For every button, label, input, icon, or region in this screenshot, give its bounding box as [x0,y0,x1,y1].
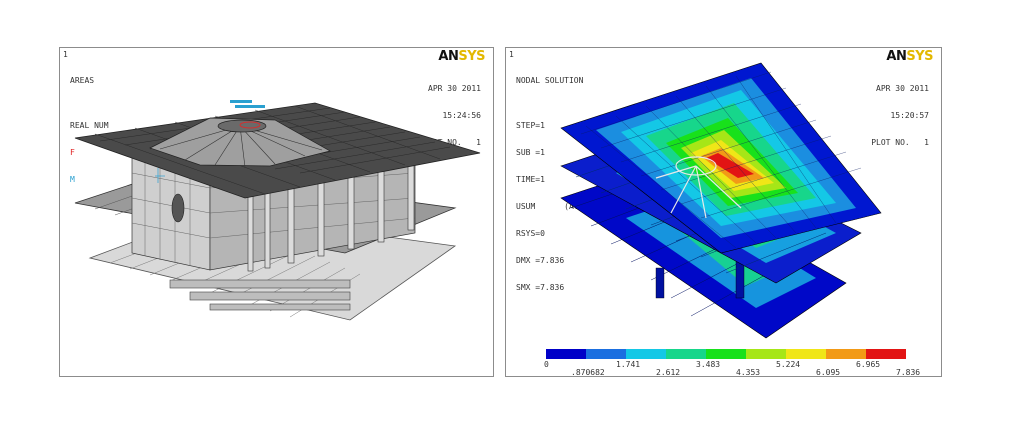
nodal-solution-window[interactable]: 1 ANSYS NODAL SOLUTION STEP=1 SUB =1 TIM… [505,47,942,377]
colorbar-segment [666,349,706,359]
colorbar-label: 5.224 [776,360,801,369]
colorbar-segment [586,349,626,359]
colorbar-label: 4.353 [736,368,761,377]
colorbar-segment [826,349,866,359]
colorbar-label: 3.483 [696,360,721,369]
colorbar-label: 2.612 [656,368,681,377]
colorbar-label: .870682 [571,368,605,377]
colorbar-segment [546,349,586,359]
colorbar-label: 6.965 [856,360,881,369]
colorbar-segment [746,349,786,359]
areas-model-graphic [74,100,481,321]
areas-plot-window[interactable]: 1 ANSYS AREAS REAL NUM F M APR 30 2011 1… [59,47,494,377]
colorbar-label: 1.741 [616,360,641,369]
colorbar-label: 0 [544,360,549,369]
colorbar-segment [786,349,826,359]
colorbar-label: 6.095 [816,368,841,377]
colorbar-label: 7.836 [896,368,921,377]
displacement-contour-graphic [560,62,882,339]
colorbar-segment [706,349,746,359]
colorbar-segment [866,349,906,359]
colorbar-segment [626,349,666,359]
